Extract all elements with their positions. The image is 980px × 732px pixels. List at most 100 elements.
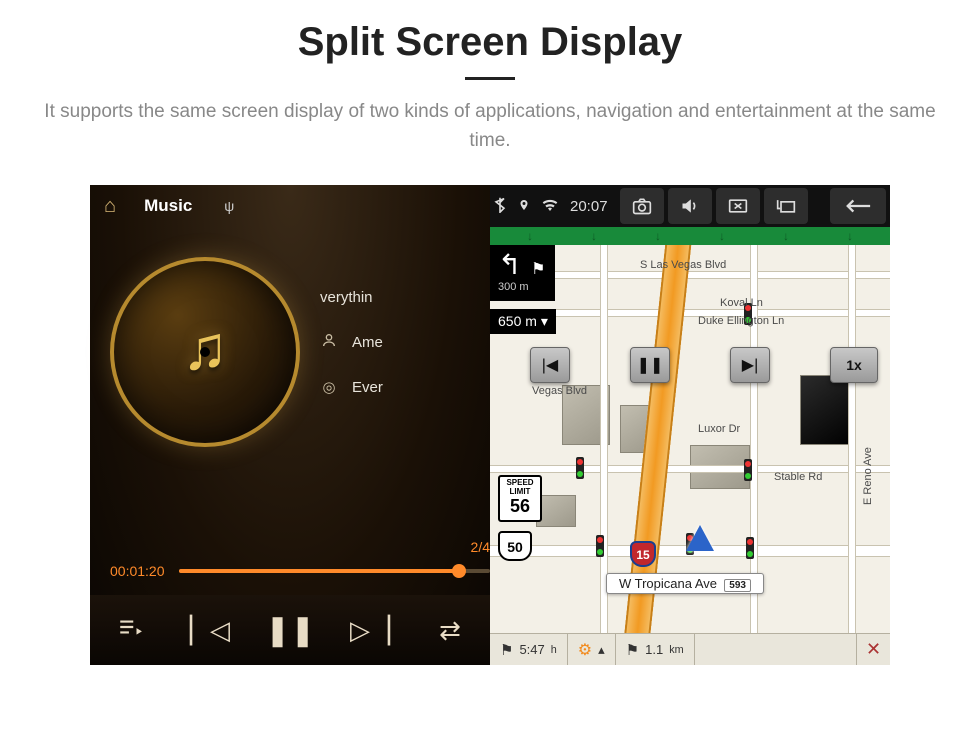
page-title: Split Screen Display bbox=[0, 20, 980, 65]
lane-arrow-icon: ↓ bbox=[783, 229, 789, 243]
checkered-flag-icon: ⚑ bbox=[500, 641, 513, 659]
settings-segment[interactable]: ⚙ ▴ bbox=[568, 634, 616, 665]
lane-arrow-icon: ↓ bbox=[655, 229, 661, 243]
street-label: Luxor Dr bbox=[698, 423, 740, 435]
shuffle-button[interactable]: ⇄ bbox=[425, 615, 475, 646]
album-icon: ◎ bbox=[320, 378, 338, 396]
speed-limit-sign: SPEED LIMIT 56 bbox=[498, 475, 542, 522]
device-screenshot: ⌂ Music ψ ♫ verythin Ame ◎ E bbox=[90, 185, 890, 665]
page-subtitle: It supports the same screen display of t… bbox=[0, 98, 980, 155]
primary-turn-panel[interactable]: ↰ ⚑ 300 m bbox=[490, 245, 555, 301]
transport-controls: ▏◁ ❚❚ ▷▕ ⇄ bbox=[90, 595, 490, 665]
checkered-flag-icon: ⚑ bbox=[626, 641, 639, 659]
back-button[interactable] bbox=[830, 188, 886, 224]
music-tab-label[interactable]: Music bbox=[144, 196, 192, 216]
wifi-icon bbox=[542, 198, 558, 215]
traffic-light-icon bbox=[576, 457, 584, 479]
eta-segment[interactable]: ⚑ 5:47 h bbox=[490, 634, 568, 665]
street-label: Koval Ln bbox=[720, 297, 763, 309]
track-index: 2/4 bbox=[471, 539, 490, 555]
building-icon bbox=[536, 495, 576, 527]
traffic-light-icon bbox=[746, 537, 754, 559]
music-topbar: ⌂ Music ψ bbox=[90, 185, 490, 227]
lane-arrow-icon: ↓ bbox=[591, 229, 597, 243]
artist-name: Ame bbox=[352, 334, 383, 351]
artist-row: Ame bbox=[320, 332, 383, 352]
primary-turn-distance: 300 m bbox=[498, 281, 545, 293]
lane-arrow-icon: ↓ bbox=[847, 229, 853, 243]
route-shield: 50 bbox=[498, 531, 532, 561]
usb-icon[interactable]: ψ bbox=[224, 198, 234, 214]
track-title-row: verythin bbox=[320, 289, 383, 306]
album-disc[interactable]: ♫ bbox=[110, 257, 300, 447]
screenshot-button[interactable] bbox=[620, 188, 664, 224]
floating-media-controls: |◀ ❚❚ ▶| 1x bbox=[530, 347, 878, 383]
building-icon bbox=[800, 375, 854, 445]
chevron-down-icon: ▾ bbox=[541, 313, 548, 329]
distance-unit: km bbox=[669, 644, 683, 656]
pause-button[interactable]: ❚❚ bbox=[265, 613, 315, 648]
street-label: S Las Vegas Blvd bbox=[640, 259, 726, 271]
traffic-light-icon bbox=[744, 459, 752, 481]
gear-icon: ⚙ bbox=[578, 640, 592, 660]
close-app-button[interactable] bbox=[716, 188, 760, 224]
home-icon[interactable]: ⌂ bbox=[104, 195, 116, 218]
secondary-turn-distance: 650 m bbox=[498, 313, 537, 329]
street-label: Vegas Blvd bbox=[532, 385, 587, 397]
progress-fill bbox=[179, 569, 459, 573]
status-icons: 20:07 bbox=[494, 197, 608, 216]
volume-button[interactable] bbox=[668, 188, 712, 224]
road bbox=[490, 465, 890, 473]
clock: 20:07 bbox=[570, 198, 608, 215]
current-street-name: W Tropicana Ave bbox=[619, 576, 717, 591]
album-area: ♫ verythin Ame ◎ Ever bbox=[90, 227, 490, 487]
playlist-button[interactable] bbox=[105, 614, 155, 647]
eta-unit: h bbox=[551, 644, 557, 656]
track-title: verythin bbox=[320, 289, 373, 306]
secondary-turn-panel[interactable]: 650 m ▾ bbox=[490, 309, 556, 334]
street-label: E Reno Ave bbox=[862, 447, 874, 505]
float-pause-button[interactable]: ❚❚ bbox=[630, 347, 670, 383]
float-speed-button[interactable]: 1x bbox=[830, 347, 878, 383]
road bbox=[848, 245, 856, 633]
current-street-pill: W Tropicana Ave 593 bbox=[606, 573, 764, 594]
track-metadata: verythin Ame ◎ Ever bbox=[320, 289, 383, 422]
street-label: Duke Ellington Ln bbox=[698, 315, 784, 327]
lane-guidance-strip: ↓ ↓ ↓ ↓ ↓ ↓ bbox=[490, 227, 890, 245]
interstate-shield: 15 bbox=[630, 541, 656, 567]
bluetooth-icon bbox=[494, 197, 506, 216]
progress-knob[interactable] bbox=[452, 564, 466, 578]
artist-icon bbox=[320, 332, 338, 352]
navigation-pane: 20:07 ↓ ↓ ↓ ↓ ↓ ↓ bbox=[490, 185, 890, 665]
album-row: ◎ Ever bbox=[320, 378, 383, 396]
navigation-bottom-bar: ⚑ 5:47 h ⚙ ▴ ⚑ 1.1 km ✕ bbox=[490, 633, 890, 665]
close-route-button[interactable]: ✕ bbox=[856, 634, 890, 665]
chevron-up-icon: ▴ bbox=[598, 642, 605, 658]
progress-track[interactable] bbox=[179, 569, 491, 573]
vehicle-cursor-icon bbox=[686, 525, 714, 551]
eta-value: 5:47 bbox=[519, 642, 544, 657]
album-name: Ever bbox=[352, 379, 383, 396]
location-icon bbox=[518, 197, 530, 216]
lane-arrow-icon: ↓ bbox=[527, 229, 533, 243]
map-canvas[interactable]: S Las Vegas Blvd Koval Ln Duke Ellington… bbox=[490, 245, 890, 633]
speed-limit-value: 56 bbox=[500, 497, 540, 517]
lane-arrow-icon: ↓ bbox=[719, 229, 725, 243]
previous-track-button[interactable]: ▏◁ bbox=[185, 615, 235, 646]
checkered-flag-icon: ⚑ bbox=[531, 261, 545, 278]
distance-value: 1.1 bbox=[645, 642, 663, 657]
float-prev-button[interactable]: |◀ bbox=[530, 347, 570, 383]
progress-bar-row: 00:01:20 bbox=[110, 563, 490, 579]
traffic-light-icon bbox=[596, 535, 604, 557]
route-number: 593 bbox=[724, 579, 751, 592]
float-next-button[interactable]: ▶| bbox=[730, 347, 770, 383]
next-track-button[interactable]: ▷▕ bbox=[345, 615, 395, 646]
turn-left-icon: ↰ bbox=[498, 251, 521, 279]
street-label: Stable Rd bbox=[774, 471, 822, 483]
elapsed-time: 00:01:20 bbox=[110, 563, 165, 579]
system-status-bar: 20:07 bbox=[490, 185, 890, 227]
recent-apps-button[interactable] bbox=[764, 188, 808, 224]
music-pane: ⌂ Music ψ ♫ verythin Ame ◎ E bbox=[90, 185, 490, 665]
distance-segment[interactable]: ⚑ 1.1 km bbox=[616, 634, 695, 665]
title-underline bbox=[465, 77, 515, 80]
